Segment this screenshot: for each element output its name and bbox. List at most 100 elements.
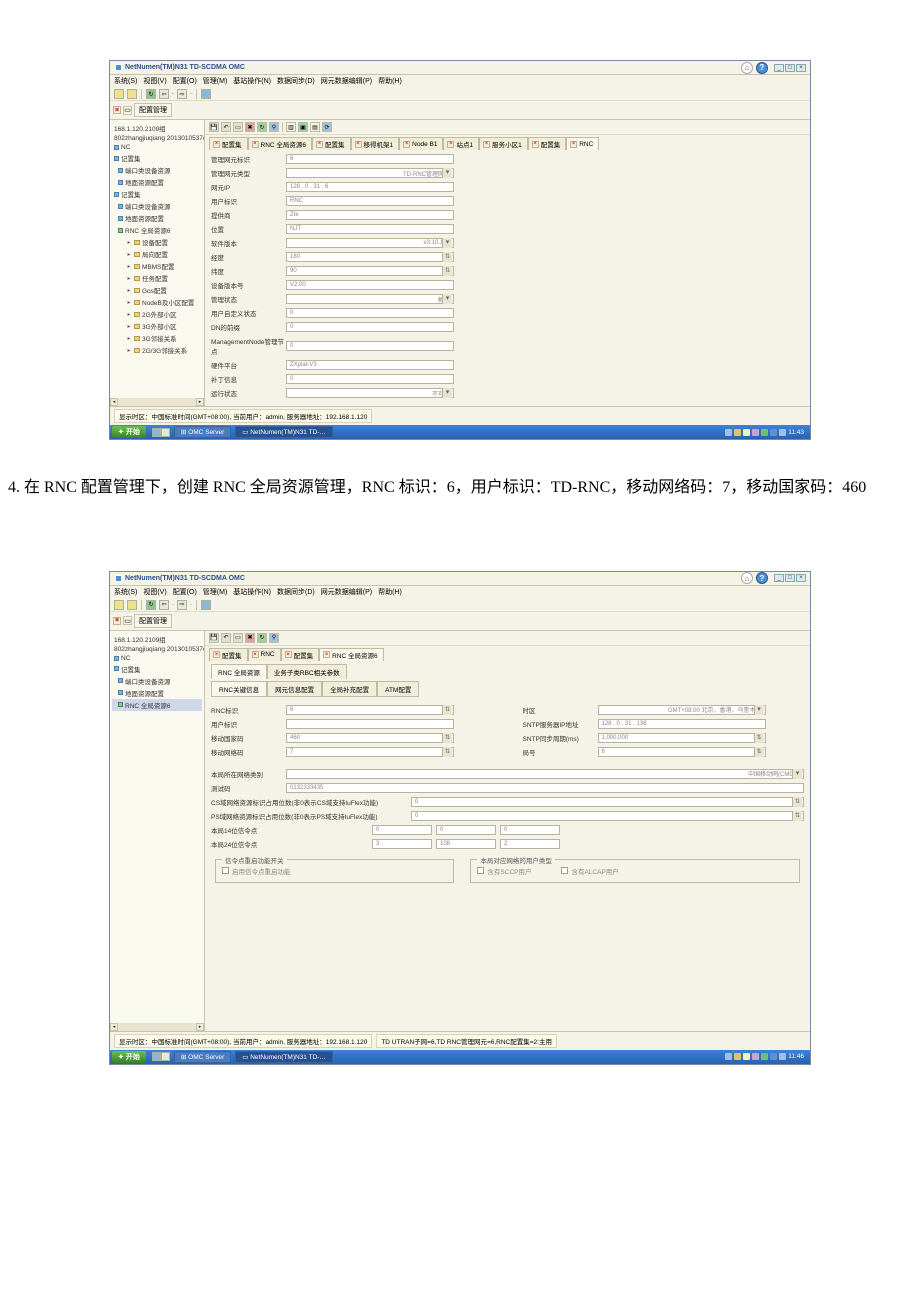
start-button[interactable]: ✦开始	[112, 1051, 146, 1063]
menu-station[interactable]: 基站操作(N)	[233, 587, 271, 597]
refresh2-icon[interactable]: ↻	[257, 122, 267, 132]
tree-item[interactable]: ▸任务配置	[112, 272, 202, 284]
minimize-button[interactable]: _	[774, 64, 784, 72]
tab-close-icon[interactable]: ×	[532, 141, 539, 148]
search-icon[interactable]: ⚲	[269, 633, 279, 643]
refresh2-icon[interactable]: ↻	[257, 633, 267, 643]
tree-item[interactable]: 地面资源配置	[112, 176, 202, 188]
page-icon[interactable]: ▭	[233, 122, 243, 132]
content-tab[interactable]: ×配置集	[528, 137, 567, 150]
tree-item[interactable]: 地面资源配置	[112, 212, 202, 224]
content-tab[interactable]: ×RNC	[248, 648, 281, 661]
tray-icon[interactable]	[734, 1053, 741, 1060]
tab-close-icon[interactable]: ×	[570, 141, 577, 148]
tree-item[interactable]: 记置集	[112, 152, 202, 164]
segment-input[interactable]: 2	[500, 839, 560, 849]
tree-item[interactable]: 端口类设备资源	[112, 200, 202, 212]
field-input[interactable]: 6	[286, 705, 454, 715]
field-input[interactable]: v3.10.100	[286, 238, 454, 248]
field-input[interactable]	[286, 719, 454, 729]
tree-item[interactable]: ▸2G/3G邻接关系	[112, 344, 202, 356]
tree-item[interactable]: ▸3G邻接关系	[112, 332, 202, 344]
maximize-button[interactable]: □	[785, 574, 795, 582]
close-button[interactable]: ×	[796, 574, 806, 582]
scroll-right-icon[interactable]: ▸	[196, 1023, 204, 1031]
maximize-button[interactable]: □	[785, 64, 795, 72]
taskbar-item-2[interactable]: ▭ NetNumen(TM)N31 TD-…	[235, 1051, 333, 1063]
content-tab[interactable]: ×Node B1	[399, 137, 443, 150]
tree-item[interactable]: 记置集	[112, 663, 202, 675]
tray-icon[interactable]	[743, 429, 750, 436]
save-icon[interactable]: 💾	[209, 122, 219, 132]
field-input[interactable]: 0	[411, 797, 804, 807]
quick-icon-2[interactable]	[161, 428, 170, 437]
segment-input[interactable]: 108	[436, 839, 496, 849]
tree-item[interactable]: ▸Gos配置	[112, 284, 202, 296]
tray-icon[interactable]	[779, 1053, 786, 1060]
field-input[interactable]: 128 . 0 . 31 . 138	[598, 719, 766, 729]
tab-close-icon[interactable]: ×	[447, 141, 454, 148]
tray-icon[interactable]	[743, 1053, 750, 1060]
field-input[interactable]: 0	[286, 308, 454, 318]
tab-close-icon[interactable]: ×	[483, 141, 490, 148]
tab-close-icon[interactable]: ×	[355, 141, 362, 148]
field-input[interactable]: 6	[286, 154, 454, 164]
tree-item[interactable]: NC	[112, 654, 202, 663]
start-button[interactable]: ✦开始	[112, 426, 146, 438]
undo-icon[interactable]: ↶	[221, 633, 231, 643]
tree-item[interactable]: RNC 全局资源6	[112, 699, 202, 711]
forward-icon[interactable]: ⇨	[177, 89, 187, 99]
tray-icon[interactable]	[725, 429, 732, 436]
close-button[interactable]: ×	[796, 64, 806, 72]
field-input[interactable]: GMT+08:00 北京，香港，乌鲁木齐	[598, 705, 766, 715]
home-icon[interactable]: ⌂	[741, 62, 753, 74]
tab-close-icon[interactable]: ×	[113, 617, 121, 625]
field-input[interactable]: TD-RNC管理网元	[286, 168, 454, 178]
tree-item[interactable]: 地面资源配置	[112, 687, 202, 699]
tree-root[interactable]: 168.1.120.2109组	[112, 122, 202, 134]
save-icon[interactable]: 💾	[209, 633, 219, 643]
tool-icon-4[interactable]: ⟳	[322, 122, 332, 132]
field-input[interactable]: RNC	[286, 196, 454, 206]
field-input[interactable]: 0	[286, 341, 454, 351]
tab-close-icon[interactable]: ×	[252, 651, 259, 658]
quick-icon-1[interactable]	[152, 428, 161, 437]
home-icon[interactable]: ⌂	[741, 572, 753, 584]
tool-icon-3[interactable]: ▤	[310, 122, 320, 132]
segment-input[interactable]: 0	[436, 825, 496, 835]
tree-item[interactable]: ▸设备配置	[112, 236, 202, 248]
content-tab[interactable]: ×配置集	[281, 648, 320, 661]
refresh-icon[interactable]: ↻	[146, 600, 156, 610]
tree-item[interactable]: ▸局向配置	[112, 248, 202, 260]
menu-station[interactable]: 基站操作(N)	[233, 76, 271, 86]
checkbox-restart[interactable]: 启用信令点重启功能	[222, 866, 447, 876]
tray-icon[interactable]	[761, 429, 768, 436]
delete-icon[interactable]: ✖	[245, 122, 255, 132]
tray-icon[interactable]	[779, 429, 786, 436]
tree-item[interactable]: ▸3G外部小区	[112, 320, 202, 332]
help-icon[interactable]: ?	[756, 62, 768, 74]
sub-tab-2[interactable]: RNC关键信息	[211, 681, 267, 697]
scroll-left-icon[interactable]: ◂	[110, 1023, 118, 1031]
tray-icon[interactable]	[725, 1053, 732, 1060]
segment-input[interactable]: 0	[372, 825, 432, 835]
sub-tab-2[interactable]: ATM配置	[377, 681, 419, 697]
tree-item[interactable]: RNC 全局资源6	[112, 224, 202, 236]
menu-edit[interactable]: 网元数据编辑(P)	[321, 76, 372, 86]
content-tab[interactable]: ×RNC 全局资源6	[319, 648, 384, 661]
sub-tab[interactable]: 业务子类RBC相关参数	[267, 664, 347, 679]
tray-icon[interactable]	[752, 429, 759, 436]
field-input[interactable]: 解锁	[286, 294, 454, 304]
menu-config[interactable]: 配置(O)	[173, 587, 197, 597]
tree-item[interactable]: ▸MBMS配置	[112, 260, 202, 272]
field-input[interactable]: ZXplat-V3	[286, 360, 454, 370]
scroll-right-icon[interactable]: ▸	[196, 398, 204, 406]
tray-icon[interactable]	[734, 429, 741, 436]
toolbar-icon-2[interactable]	[127, 89, 137, 99]
back-icon[interactable]: ⇦	[159, 89, 169, 99]
forward-icon[interactable]: ⇨	[177, 600, 187, 610]
menu-config[interactable]: 配置(O)	[173, 76, 197, 86]
toolbar-icon-1[interactable]	[114, 89, 124, 99]
menu-help[interactable]: 帮助(H)	[378, 76, 402, 86]
content-tab[interactable]: ×服务小区1	[479, 137, 528, 150]
